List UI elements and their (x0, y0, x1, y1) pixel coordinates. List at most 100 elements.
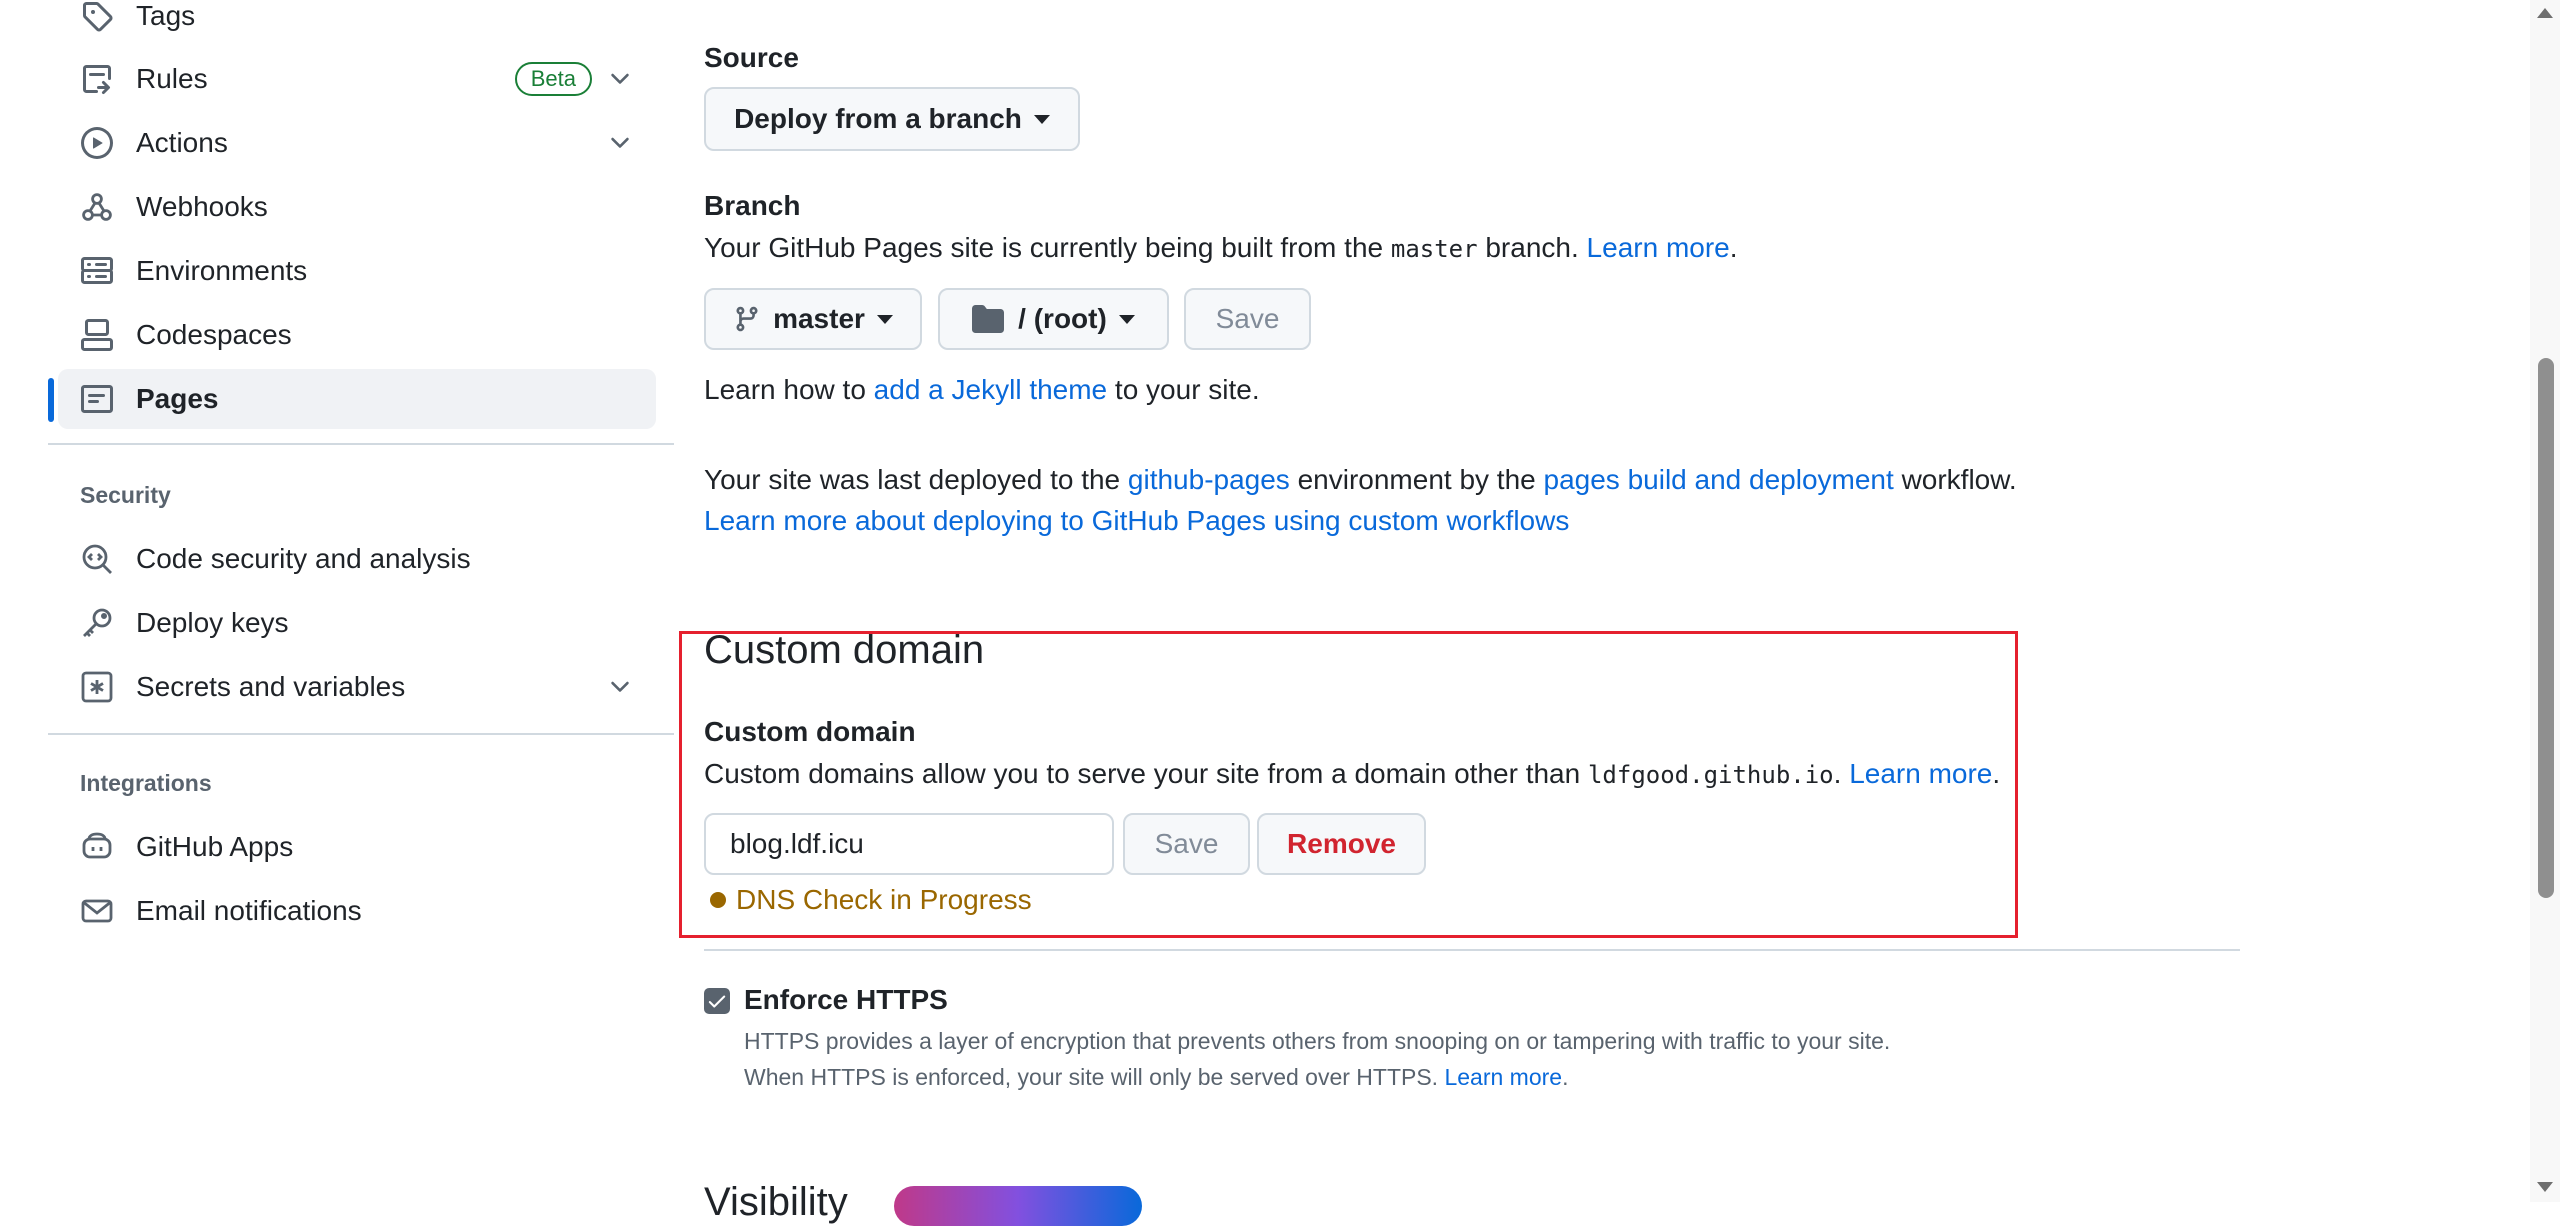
deployment-text-1: Your site was last deployed to the (704, 464, 1121, 495)
sidebar-item-rules[interactable]: Rules Beta (48, 49, 656, 109)
sidebar-item-label: Pages (136, 383, 219, 414)
key-icon (80, 606, 114, 640)
sidebar-heading-integrations: Integrations (80, 770, 212, 796)
sidebar-item-github-apps[interactable]: GitHub Apps (48, 817, 656, 877)
scroll-down-arrow-icon[interactable] (2537, 1182, 2553, 1192)
sidebar-item-code-security[interactable]: Code security and analysis (48, 529, 656, 589)
custom-domain-input[interactable]: blog.ldf.icu (704, 813, 1114, 875)
enterprise-badge (894, 1186, 1142, 1226)
branch-select-button[interactable]: master (704, 288, 922, 350)
folder-select-button[interactable]: / (root) (938, 288, 1169, 350)
sidebar-item-actions[interactable]: Actions (48, 113, 656, 173)
caret-down-icon (1033, 114, 1050, 124)
beta-badge: Beta (514, 62, 592, 96)
custom-domain-input-value: blog.ldf.icu (730, 828, 864, 859)
browser-icon (80, 382, 114, 416)
scroll-up-arrow-icon[interactable] (2537, 8, 2553, 18)
sidebar-heading-security: Security (80, 482, 171, 508)
https-learn-more-link[interactable]: Learn more (1444, 1064, 1562, 1090)
workflow-link[interactable]: pages build and deployment (1544, 464, 1894, 495)
sidebar-item-pages[interactable]: Pages (58, 369, 656, 429)
chevron-down-icon[interactable] (606, 129, 634, 157)
sidebar-item-label: Environments (136, 255, 308, 286)
enforce-https-label[interactable]: Enforce HTTPS (744, 984, 948, 1016)
branch-label: Branch (704, 190, 801, 221)
play-icon (80, 126, 114, 160)
https-description-line1: HTTPS provides a layer of encryption tha… (744, 1028, 1891, 1054)
deployment-text-3: workflow. (1901, 464, 2017, 495)
sidebar-item-tags[interactable]: Tags (48, 0, 656, 46)
sidebar-item-codespaces[interactable]: Codespaces (48, 305, 656, 365)
custom-domain-label: Custom domain (704, 716, 916, 747)
github-pages-env-link[interactable]: github-pages (1128, 464, 1290, 495)
folder-select-label: / (root) (1018, 303, 1107, 334)
deployment-status: Your site was last deployed to the githu… (704, 464, 2017, 496)
custom-domain-description: Custom domains allow you to serve your s… (704, 758, 2000, 790)
git-branch-icon (736, 306, 758, 332)
custom-domain-learn-more-period: . (1992, 758, 2001, 789)
sidebar-item-label: Codespaces (136, 319, 292, 350)
sidebar-item-label: Webhooks (136, 191, 268, 222)
custom-domain-learn-more-link[interactable]: Learn more (1849, 758, 1992, 789)
custom-domain-remove-button[interactable]: Remove (1257, 813, 1426, 875)
https-learn-more-period: . (1562, 1064, 1569, 1090)
branch-description: Your GitHub Pages site is currently bein… (704, 232, 1738, 264)
sidebar-item-email-notifications[interactable]: Email notifications (48, 881, 656, 941)
webhook-icon (80, 190, 114, 224)
sidebar-item-environments[interactable]: Environments (48, 241, 656, 301)
custom-workflows-link[interactable]: Learn more about deploying to GitHub Pag… (704, 505, 1569, 537)
sidebar-item-label: Rules (136, 63, 208, 94)
https-desc-text: When HTTPS is enforced, your site will o… (744, 1064, 1439, 1090)
branch-period: . (1729, 232, 1738, 263)
source-label: Source (704, 42, 799, 73)
jekyll-text: Learn how to (704, 374, 866, 405)
custom-domain-desc-text: Custom domains allow you to serve your s… (704, 758, 1581, 789)
scrollbar-thumb[interactable] (2538, 358, 2554, 898)
server-icon (80, 254, 114, 288)
sidebar-item-webhooks[interactable]: Webhooks (48, 177, 656, 237)
codespaces-icon (80, 318, 114, 352)
mail-icon (80, 894, 114, 928)
sidebar-item-label: Actions (136, 127, 228, 158)
sidebar-item-label: Tags (136, 0, 196, 31)
tag-icon (80, 0, 114, 33)
sidebar-item-label: Deploy keys (136, 607, 289, 638)
custom-domain-desc-period: . (1833, 758, 1842, 789)
copilot-icon (80, 830, 114, 864)
visibility-heading: Visibility (704, 1180, 848, 1224)
sidebar-item-label: Secrets and variables (136, 671, 406, 702)
sidebar-item-secrets[interactable]: Secrets and variables (48, 657, 656, 717)
section-divider (704, 949, 2240, 951)
chevron-down-icon[interactable] (606, 673, 634, 701)
jekyll-theme-link[interactable]: add a Jekyll theme (874, 374, 1107, 405)
source-dropdown[interactable]: Deploy from a branch (704, 87, 1080, 151)
sidebar-item-label: Email notifications (136, 895, 362, 926)
branch-save-label: Save (1215, 303, 1280, 334)
enforce-https-checkbox[interactable] (704, 988, 730, 1014)
deployment-text-2: environment by the (1297, 464, 1536, 495)
branch-desc-text-after: branch. (1485, 232, 1579, 263)
folder-icon (972, 305, 1005, 333)
branch-desc-text: Your GitHub Pages site is currently bein… (704, 232, 1384, 263)
custom-domain-save-label: Save (1154, 828, 1219, 859)
sidebar-item-label: Code security and analysis (136, 543, 471, 574)
github-io-domain: ldfgood.github.io (1587, 761, 1834, 789)
chevron-down-icon[interactable] (606, 65, 634, 93)
sidebar-divider (48, 733, 674, 735)
branch-save-button[interactable]: Save (1184, 288, 1311, 350)
custom-domain-heading: Custom domain (704, 628, 985, 672)
custom-domain-save-button[interactable]: Save (1123, 813, 1250, 875)
dns-status-text: DNS Check in Progress (736, 884, 1032, 915)
sidebar-item-deploy-keys[interactable]: Deploy keys (48, 593, 656, 653)
jekyll-hint: Learn how to add a Jekyll theme to your … (704, 374, 1260, 406)
check-icon (708, 995, 726, 1008)
status-dot-icon (710, 892, 726, 908)
https-description-line2: When HTTPS is enforced, your site will o… (744, 1064, 1568, 1091)
sidebar-item-label: GitHub Apps (136, 831, 294, 862)
branch-learn-more-link[interactable]: Learn more (1587, 232, 1730, 263)
source-dropdown-label: Deploy from a branch (734, 103, 1022, 134)
active-indicator (48, 378, 54, 422)
codescan-icon (80, 542, 114, 576)
caret-down-icon (1118, 314, 1135, 324)
branch-code: master (1390, 235, 1478, 263)
